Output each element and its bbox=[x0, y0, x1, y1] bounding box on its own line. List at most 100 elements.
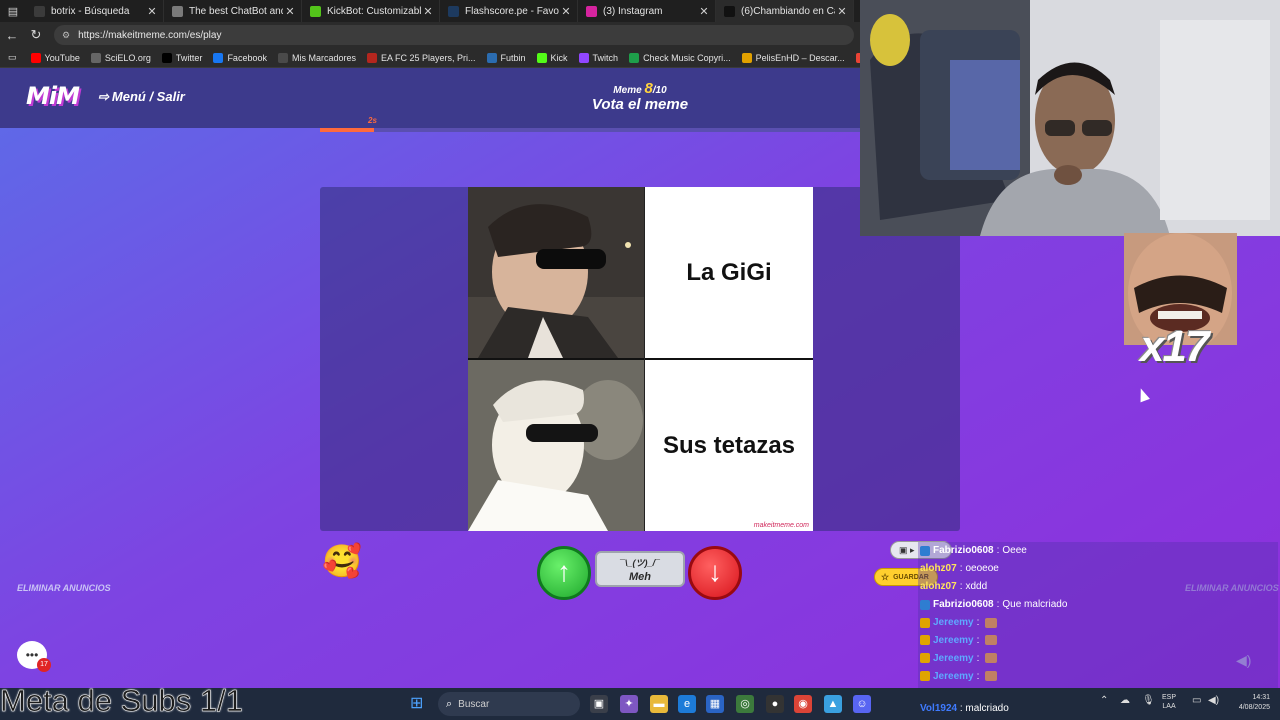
back-icon[interactable]: ← bbox=[0, 28, 24, 43]
discord-icon[interactable]: ☺ bbox=[853, 695, 871, 713]
browser-tab[interactable]: (6)Chambiando en Casita c✕ bbox=[716, 0, 854, 22]
reload-icon[interactable]: ↻ bbox=[24, 27, 48, 43]
chat-username[interactable]: Jereemy bbox=[933, 671, 974, 682]
chat-username[interactable]: Fabrizio0608 bbox=[933, 545, 994, 556]
chat-message: Jereemy: bbox=[918, 667, 1278, 685]
bookmark-label: EA FC 25 Players, Pri... bbox=[380, 52, 476, 63]
site-info-icon[interactable]: ⚙ bbox=[62, 30, 70, 41]
arrow-down-icon: ↓ bbox=[708, 556, 722, 587]
chat-separator: : bbox=[996, 599, 1000, 611]
crown-badge-icon bbox=[920, 635, 930, 646]
edge-icon[interactable]: e bbox=[678, 695, 696, 713]
bookmarks-bar: ▭ YouTube SciELO.org Twitter Facebook Mis Ma… bbox=[0, 48, 860, 68]
bookmark-label: Twitter bbox=[175, 52, 203, 63]
xbox-icon[interactable]: ◎ bbox=[736, 695, 754, 713]
bookmark-item[interactable]: Mis Marcadores bbox=[277, 52, 356, 63]
app-icon[interactable]: ● bbox=[766, 695, 784, 713]
taskbar-clock[interactable]: 14:31 4/08/2025 bbox=[1226, 693, 1270, 713]
close-tab-icon[interactable]: ✕ bbox=[145, 5, 159, 18]
bookmark-item[interactable]: Facebook bbox=[213, 52, 267, 63]
chat-message-text: Oeee bbox=[1002, 545, 1027, 557]
chat-unread-badge: 17 bbox=[37, 658, 51, 672]
menu-exit-label: Menú / Salir bbox=[111, 89, 185, 104]
bookmark-item[interactable]: YouTube bbox=[30, 52, 80, 63]
chat-button[interactable]: ••• 17 bbox=[17, 641, 51, 672]
chat-separator: : bbox=[976, 617, 980, 628]
photos-icon[interactable]: ▲ bbox=[824, 695, 842, 713]
chat-username: Vol1924 bbox=[920, 703, 958, 714]
chat-username[interactable]: Jereemy bbox=[933, 635, 974, 646]
browser-tab[interactable]: Flashscore.pe - Favoritos✕ bbox=[440, 0, 578, 22]
store-icon[interactable]: ▦ bbox=[706, 695, 724, 713]
star-icon: ☆ bbox=[881, 571, 890, 582]
chat-message: Jereemy: bbox=[918, 649, 1278, 667]
browser-tab[interactable]: KickBot: Customizable Chat✕ bbox=[302, 0, 440, 22]
tab-title: KickBot: Customizable Chat bbox=[327, 5, 421, 17]
close-tab-icon[interactable]: ✕ bbox=[559, 5, 573, 18]
emoji-reaction-button[interactable]: 🥰 bbox=[322, 541, 362, 581]
chat-message-last: Vol1924 : malcriado bbox=[920, 703, 1009, 714]
site-logo[interactable]: MiM bbox=[26, 82, 80, 110]
instagram-icon bbox=[586, 5, 597, 17]
bookmark-item[interactable]: Kick bbox=[536, 52, 568, 63]
bookmark-icon bbox=[277, 52, 288, 63]
vote-up-button[interactable]: ↑ bbox=[537, 546, 591, 600]
vote-meh-button[interactable]: ¯\_(ツ)_/¯ Meh bbox=[595, 551, 685, 587]
chat-username[interactable]: alohz07 bbox=[920, 563, 957, 574]
close-tab-icon[interactable]: ✕ bbox=[697, 5, 711, 18]
remove-ads-left-link[interactable]: ELIMINAR ANUNCIOS bbox=[17, 583, 111, 593]
close-tab-icon[interactable]: ✕ bbox=[283, 5, 297, 18]
meme-vertical-divider bbox=[644, 187, 645, 531]
url-field[interactable]: ⚙ https://makeitmeme.com/es/play bbox=[54, 25, 854, 45]
timer-label: 2s bbox=[368, 116, 377, 125]
vote-down-button[interactable]: ↓ bbox=[688, 546, 742, 600]
browser-tab[interactable]: (3) Instagram ✕ bbox=[578, 0, 716, 22]
bookmark-item[interactable]: Twitch bbox=[578, 52, 618, 63]
chat-emote-icon bbox=[985, 671, 998, 682]
volume-icon[interactable]: ◀) bbox=[1208, 695, 1219, 706]
lang-bottom: LAA bbox=[1162, 703, 1176, 710]
onedrive-icon[interactable]: ☁ bbox=[1120, 695, 1130, 706]
close-tab-icon[interactable]: ✕ bbox=[835, 5, 849, 18]
windows-start-icon[interactable]: ⊞ bbox=[410, 695, 428, 713]
bookmark-item[interactable]: Twitter bbox=[161, 52, 203, 63]
bookmark-item[interactable]: Futbin bbox=[486, 52, 526, 63]
chat-separator: : bbox=[976, 652, 980, 664]
chrome-icon[interactable]: ◉ bbox=[794, 695, 812, 713]
reading-list-icon[interactable]: ▭ bbox=[8, 52, 17, 63]
flashscore-icon bbox=[448, 5, 459, 17]
monitor-icon[interactable]: ▭ bbox=[1192, 695, 1201, 706]
tray-expand-icon[interactable]: ⌃ bbox=[1100, 695, 1108, 706]
chat-username[interactable]: alohz07 bbox=[920, 581, 957, 592]
chat-username[interactable]: Jereemy bbox=[933, 617, 974, 628]
movie-icon bbox=[741, 52, 752, 63]
mic-icon[interactable]: 🎙 bbox=[1142, 695, 1155, 706]
bookmark-item[interactable]: EA FC 25 Players, Pri... bbox=[366, 52, 476, 63]
chat-separator: : bbox=[959, 581, 963, 593]
browser-tab[interactable]: botrix - Búsqueda ✕ bbox=[26, 0, 164, 22]
task-view-icon[interactable]: ▣ bbox=[590, 695, 608, 713]
facebook-icon bbox=[213, 52, 224, 63]
meme-image: La GiGi Sus tetazas makeitmeme.com bbox=[468, 187, 813, 531]
chat-message-text: Que malcriado bbox=[1002, 599, 1068, 611]
chat-username[interactable]: Fabrizio0608 bbox=[933, 599, 994, 610]
bookmark-item[interactable]: SciELO.org bbox=[90, 52, 151, 63]
chat-username[interactable]: Jereemy bbox=[933, 653, 974, 664]
menu-exit-link[interactable]: ⇨ Menú / Salir bbox=[98, 89, 185, 105]
browser-tab[interactable]: The best ChatBot and Widg✕ bbox=[164, 0, 302, 22]
tab-search-icon[interactable]: ▤ bbox=[0, 0, 26, 22]
streamer-webcam bbox=[860, 0, 1280, 236]
chat-emote-icon bbox=[985, 635, 998, 646]
reaction-multiplier: x17 bbox=[1140, 322, 1209, 371]
copilot-icon[interactable]: ✦ bbox=[620, 695, 638, 713]
botrix-icon bbox=[172, 5, 183, 17]
taskbar-search[interactable]: ⌕ Buscar bbox=[438, 692, 580, 716]
file-explorer-icon[interactable]: ▬ bbox=[650, 695, 668, 713]
meme-panel-photo-bottom bbox=[468, 360, 644, 531]
twitch-icon bbox=[578, 52, 589, 63]
bookmark-item[interactable]: Check Music Copyri... bbox=[629, 52, 731, 63]
close-tab-icon[interactable]: ✕ bbox=[421, 5, 435, 18]
bookmark-item[interactable]: PelisEnHD – Descar... bbox=[741, 52, 845, 63]
input-language[interactable]: ESP LAA bbox=[1162, 693, 1176, 711]
sub-goal-text: Meta de Subs 1/1 bbox=[0, 683, 243, 719]
